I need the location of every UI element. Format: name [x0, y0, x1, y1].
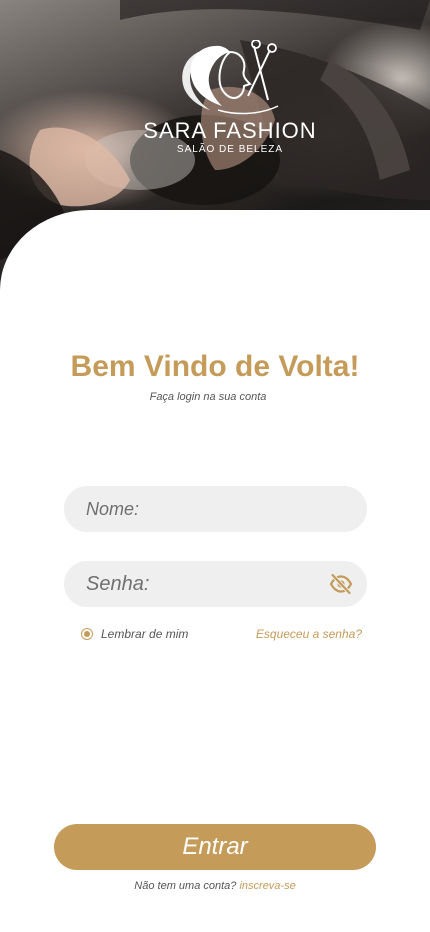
woman-silhouette-scissors-icon	[182, 40, 279, 115]
signup-link[interactable]: inscreva-se	[239, 880, 295, 892]
remember-radio[interactable]	[81, 628, 93, 640]
page-subtitle: Faça login na sua conta	[149, 391, 267, 403]
page-title: Bem Vindo de Volta!	[70, 350, 360, 383]
brand-tagline: SALÃO DE BELEZA	[176, 144, 284, 155]
brand-logo: SARA FASHION SALÃO DE BELEZA	[130, 40, 330, 165]
password-field[interactable]	[64, 561, 367, 607]
signup-prompt: Não tem uma conta? inscreva-se	[0, 880, 430, 892]
name-field[interactable]	[64, 486, 367, 532]
forgot-password-link[interactable]: Esqueceu a senha?	[256, 627, 362, 641]
signup-prompt-text: Não tem uma conta?	[134, 880, 237, 892]
login-button[interactable]: Entrar	[54, 824, 376, 870]
eye-off-icon[interactable]	[329, 572, 353, 596]
password-input[interactable]	[86, 561, 326, 607]
name-input[interactable]	[86, 486, 326, 532]
remember-me-toggle[interactable]: Lembrar de mim	[81, 626, 188, 642]
remember-label: Lembrar de mim	[101, 627, 189, 641]
brand-name: SARA FASHION	[143, 118, 317, 143]
